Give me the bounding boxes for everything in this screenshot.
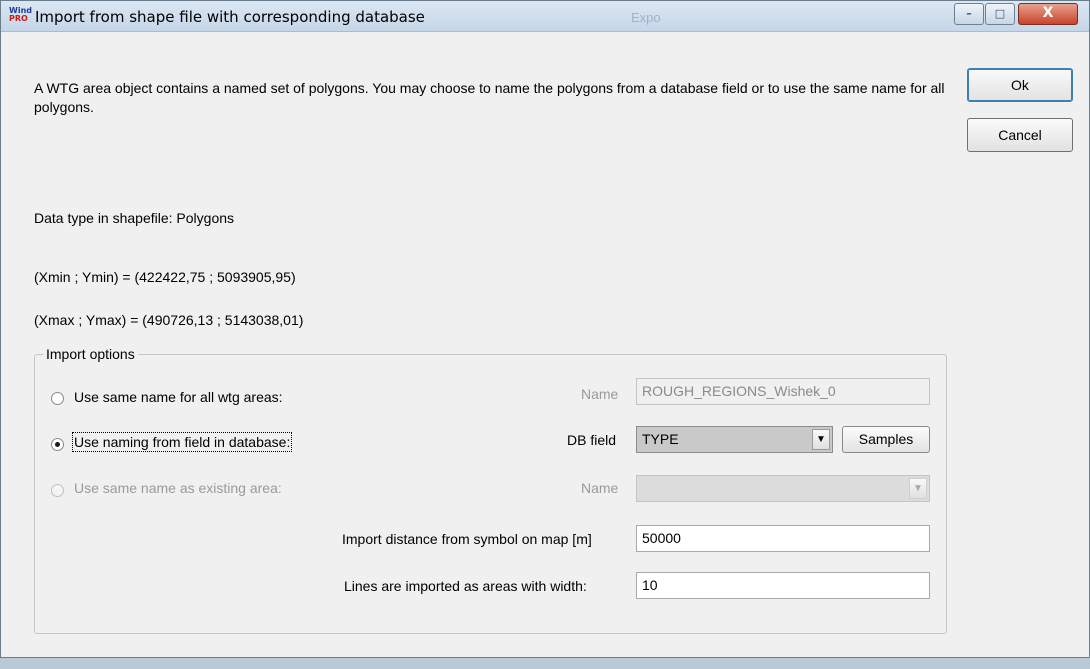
background-window-text: Expo [631, 10, 661, 25]
import-distance-label: Import distance from symbol on map [m] [342, 531, 592, 547]
ok-button[interactable]: Ok [967, 68, 1073, 102]
maximize-button[interactable]: □ [985, 3, 1015, 25]
radio-same-name-all[interactable] [51, 392, 64, 405]
chevron-down-icon[interactable]: ▼ [909, 478, 927, 499]
existing-name-label: Name [581, 480, 619, 496]
name-field-label: Name [581, 386, 619, 402]
radio-existing-area-label[interactable]: Use same name as existing area: [74, 480, 282, 496]
import-shapefile-dialog: Wind PRO Import from shape file with cor… [0, 0, 1090, 658]
radio-existing-area[interactable] [51, 484, 64, 497]
window-title: Import from shape file with correspondin… [35, 8, 425, 26]
windpro-app-icon: Wind PRO [9, 6, 32, 23]
title-bar[interactable]: Wind PRO Import from shape file with cor… [1, 1, 1089, 32]
chevron-down-icon[interactable]: ▼ [812, 429, 830, 450]
radio-naming-from-db-label[interactable]: Use naming from field in database: [71, 432, 293, 452]
extent-max-label: (Xmax ; Ymax) = (490726,13 ; 5143038,01) [34, 312, 304, 328]
radio-naming-from-db[interactable] [51, 438, 64, 451]
data-type-label: Data type in shapefile: Polygons [34, 210, 235, 226]
db-field-select[interactable]: TYPE ▼ [636, 426, 833, 453]
radio-same-name-all-label[interactable]: Use same name for all wtg areas: [74, 389, 283, 405]
samples-button[interactable]: Samples [842, 426, 930, 453]
existing-area-select[interactable]: ▼ [636, 475, 930, 502]
minimize-button[interactable]: – [954, 3, 984, 25]
cancel-button-label: Cancel [998, 127, 1042, 143]
cancel-button[interactable]: Cancel [967, 118, 1073, 152]
extent-min-label: (Xmin ; Ymin) = (422422,75 ; 5093905,95) [34, 269, 296, 285]
ok-button-label: Ok [1011, 77, 1029, 93]
line-width-label: Lines are imported as areas with width: [344, 578, 587, 594]
line-width-input[interactable]: 10 [636, 572, 930, 599]
name-input[interactable]: ROUGH_REGIONS_Wishek_0 [636, 378, 930, 405]
import-options-label: Import options [43, 346, 138, 362]
import-distance-input[interactable]: 50000 [636, 525, 930, 552]
close-button[interactable]: X [1018, 3, 1078, 25]
description-text: A WTG area object contains a named set o… [34, 80, 945, 115]
db-field-label: DB field [567, 432, 617, 448]
db-field-value: TYPE [642, 431, 679, 447]
